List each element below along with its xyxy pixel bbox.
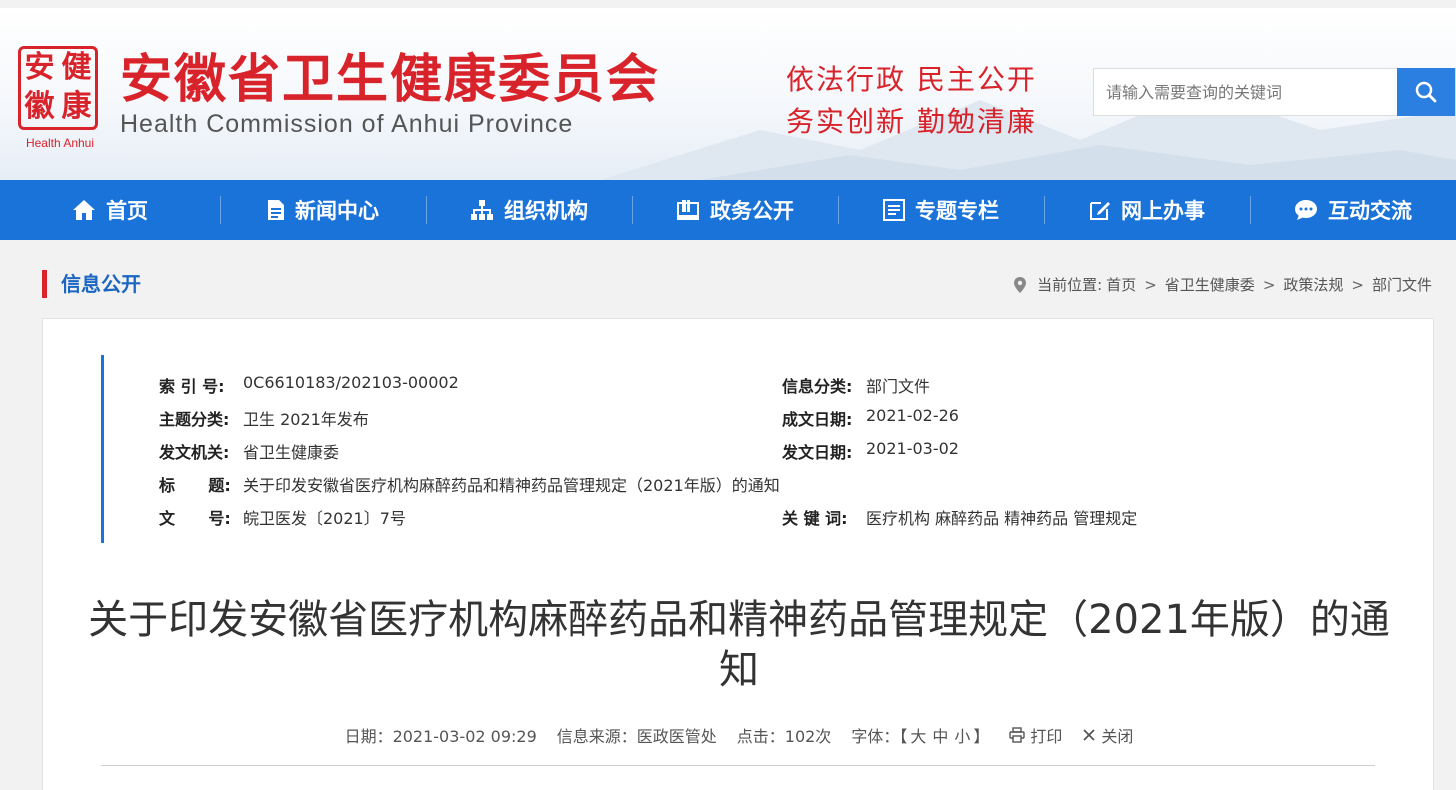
meta-label: 发文日期: [782, 443, 853, 462]
breadcrumb-policy[interactable]: 政策法规 [1283, 274, 1343, 295]
meta-value: 2021-03-02 [866, 439, 959, 458]
search-icon [1415, 81, 1437, 103]
meta-keywords: 关 键 词: 医疗机构 麻醉药品 精神药品 管理规定 [782, 505, 1137, 529]
breadcrumb-dept-docs[interactable]: 部门文件 [1372, 274, 1432, 295]
nav-home[interactable]: 首页 [0, 180, 220, 240]
logo-seal[interactable]: 安 健 徽 康 [18, 46, 98, 130]
motto-line-2: 务实创新 勤勉清廉 [786, 105, 1037, 138]
logo-char: 安 [24, 50, 55, 85]
nav-organization[interactable]: 组织机构 [426, 180, 632, 240]
folder-icon [677, 200, 699, 220]
close-button[interactable]: 关闭 [1082, 723, 1133, 747]
main-nav: 首页 新闻中心 组织机构 政务公开 专题专栏 网上办事 互动交流 [0, 180, 1456, 240]
nav-news[interactable]: 新闻中心 [220, 180, 426, 240]
meta-topic: 主题分类: 卫生 2021年发布 [159, 406, 369, 430]
meta-value: 0C6610183/202103-00002 [243, 373, 459, 392]
meta-label: 信息分类: [782, 377, 853, 396]
search-box [1093, 68, 1456, 116]
content-divider [101, 765, 1375, 766]
breadcrumb-separator: > [1262, 275, 1276, 294]
meta-index: 索 引 号: 0C6610183/202103-00002 [159, 373, 459, 397]
meta-value: 卫生 2021年发布 [243, 410, 369, 429]
site-header: 安 健 徽 康 Health Anhui 安徽省卫生健康委员会 Health C… [0, 8, 1456, 180]
font-medium-button[interactable]: 中 [932, 723, 948, 747]
printer-icon [1009, 727, 1026, 743]
breadcrumb: 当前位置: 首页 > 省卫生健康委 > 政策法规 > 部门文件 [1013, 274, 1434, 295]
nav-special-topics[interactable]: 专题专栏 [838, 180, 1044, 240]
meta-value: 部门文件 [866, 377, 931, 396]
search-input[interactable] [1094, 69, 1399, 115]
meta-label: 文 号: [159, 509, 231, 528]
nav-label: 首页 [106, 199, 148, 223]
meta-label: 成文日期: [782, 410, 853, 429]
breadcrumb-separator: > [1351, 275, 1364, 294]
article-source: 信息来源：医政医管处 [556, 727, 717, 746]
nav-online-services[interactable]: 网上办事 [1044, 180, 1250, 240]
nav-label: 新闻中心 [295, 199, 379, 223]
print-label: 打印 [1030, 727, 1063, 746]
print-button[interactable]: 打印 [1009, 723, 1062, 747]
chat-icon [1295, 200, 1317, 220]
meta-value: 关于印发安徽省医疗机构麻醉药品和精神药品管理规定（2021年版）的通知 [243, 476, 780, 495]
meta-issued: 发文日期: 2021-03-02 [782, 439, 959, 463]
meta-label: 索 引 号: [159, 377, 225, 396]
content-panel: 索 引 号: 0C6610183/202103-00002 信息分类: 部门文件… [42, 318, 1434, 790]
font-small-button[interactable]: 小 [954, 723, 970, 747]
article-info-bar: 日期：2021-03-02 09:29 信息来源：医政医管处 点击：102次 字… [43, 723, 1435, 747]
meta-issuer: 发文机关: 省卫生健康委 [159, 439, 339, 463]
nav-label: 政务公开 [710, 199, 794, 223]
nav-label: 专题专栏 [915, 199, 999, 223]
meta-value: 省卫生健康委 [243, 443, 340, 462]
close-icon [1083, 729, 1096, 741]
list-icon [883, 199, 905, 221]
meta-category: 信息分类: 部门文件 [782, 373, 930, 397]
meta-value: 皖卫医发〔2021〕7号 [243, 509, 406, 528]
meta-title: 标 题: 关于印发安徽省医疗机构麻醉药品和精神药品管理规定（2021年版）的通知 [159, 472, 780, 496]
logo-char: 徽 [24, 89, 55, 124]
article-title: 关于印发安徽省医疗机构麻醉药品和精神药品管理规定（2021年版）的通知 [88, 597, 1390, 693]
location-pin-icon [1014, 276, 1027, 293]
nav-government-affairs[interactable]: 政务公开 [632, 180, 838, 240]
breadcrumb-prefix: 当前位置: [1037, 276, 1103, 294]
close-label: 关闭 [1101, 727, 1134, 746]
logo-char: 康 [61, 89, 92, 124]
site-title[interactable]: 安徽省卫生健康委员会 [120, 50, 660, 110]
article-clicks: 点击：102次 [736, 727, 832, 746]
meta-label: 标 题: [159, 476, 231, 495]
meta-doc-number: 文 号: 皖卫医发〔2021〕7号 [159, 505, 406, 529]
breadcrumb-home[interactable]: 首页 [1106, 274, 1136, 295]
breadcrumb-commission[interactable]: 省卫生健康委 [1165, 274, 1255, 295]
logo-char: 健 [61, 50, 92, 85]
nav-label: 网上办事 [1121, 199, 1205, 223]
breadcrumb-separator: > [1144, 275, 1157, 294]
site-subtitle: Health Commission of Anhui Province [120, 110, 574, 138]
article-date: 日期：2021-03-02 09:29 [344, 727, 537, 746]
org-chart-icon [471, 200, 493, 220]
search-button[interactable] [1397, 68, 1455, 116]
meta-label: 主题分类: [159, 410, 230, 429]
edit-icon [1090, 202, 1110, 220]
meta-value: 医疗机构 麻醉药品 精神药品 管理规定 [866, 509, 1138, 528]
font-size-bracket: 】 [973, 727, 990, 746]
nav-interaction[interactable]: 互动交流 [1250, 180, 1456, 240]
font-size-control: 字体：【 大 中 小 】 [851, 723, 989, 747]
font-size-label: 字体：【 [851, 727, 908, 746]
section-title: 信息公开 [42, 270, 141, 298]
motto-line-1: 依法行政 民主公开 [786, 63, 1037, 96]
font-large-button[interactable]: 大 [910, 723, 926, 747]
meta-created: 成文日期: 2021-02-26 [782, 406, 959, 430]
logo-english: Health Anhui [25, 136, 95, 150]
document-metadata: 索 引 号: 0C6610183/202103-00002 信息分类: 部门文件… [101, 355, 1381, 543]
nav-label: 互动交流 [1328, 199, 1412, 223]
nav-label: 组织机构 [504, 199, 588, 223]
meta-value: 2021-02-26 [866, 406, 959, 425]
meta-label: 关 键 词: [782, 509, 848, 528]
meta-label: 发文机关: [159, 443, 230, 462]
home-icon [73, 200, 95, 220]
document-icon [268, 200, 284, 220]
